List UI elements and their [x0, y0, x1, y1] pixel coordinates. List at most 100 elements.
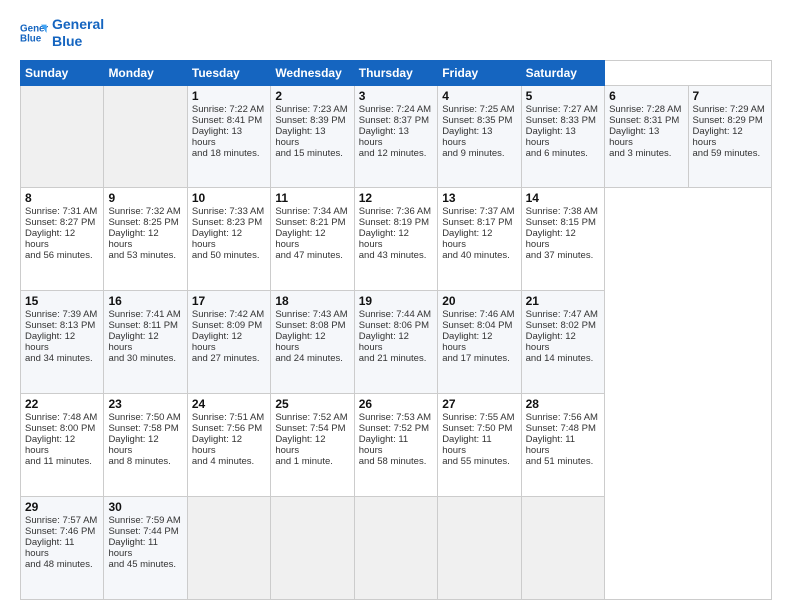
day-info: and 1 minute.	[275, 456, 349, 467]
day-info: Daylight: 13 hours	[526, 126, 600, 148]
day-info: Sunrise: 7:50 AM	[108, 412, 182, 423]
day-number: 10	[192, 191, 266, 205]
day-info: Sunrise: 7:48 AM	[25, 412, 99, 423]
day-number: 17	[192, 294, 266, 308]
day-info: Sunset: 7:48 PM	[526, 423, 600, 434]
calendar-cell: 2Sunrise: 7:23 AMSunset: 8:39 PMDaylight…	[271, 85, 354, 188]
day-info: Sunset: 8:08 PM	[275, 320, 349, 331]
day-info: Sunrise: 7:52 AM	[275, 412, 349, 423]
day-info: Sunrise: 7:44 AM	[359, 309, 433, 320]
calendar-cell: 4Sunrise: 7:25 AMSunset: 8:35 PMDaylight…	[438, 85, 521, 188]
day-info: and 45 minutes.	[108, 559, 182, 570]
day-info: Daylight: 12 hours	[442, 331, 516, 353]
calendar-cell: 3Sunrise: 7:24 AMSunset: 8:37 PMDaylight…	[354, 85, 437, 188]
calendar-week-row: 22Sunrise: 7:48 AMSunset: 8:00 PMDayligh…	[21, 394, 772, 497]
day-number: 7	[693, 89, 768, 103]
day-info: and 56 minutes.	[25, 250, 99, 261]
day-info: and 40 minutes.	[442, 250, 516, 261]
empty-cell	[104, 85, 187, 188]
day-info: and 47 minutes.	[275, 250, 349, 261]
day-info: Daylight: 12 hours	[25, 228, 99, 250]
calendar-cell: 19Sunrise: 7:44 AMSunset: 8:06 PMDayligh…	[354, 291, 437, 394]
empty-cell	[271, 497, 354, 600]
empty-cell	[21, 85, 104, 188]
day-number: 9	[108, 191, 182, 205]
day-info: Sunset: 8:09 PM	[192, 320, 266, 331]
empty-cell	[354, 497, 437, 600]
day-info: Sunrise: 7:53 AM	[359, 412, 433, 423]
day-info: Sunrise: 7:46 AM	[442, 309, 516, 320]
day-info: Sunrise: 7:38 AM	[526, 206, 600, 217]
day-info: Sunset: 8:00 PM	[25, 423, 99, 434]
calendar-cell: 26Sunrise: 7:53 AMSunset: 7:52 PMDayligh…	[354, 394, 437, 497]
day-info: and 4 minutes.	[192, 456, 266, 467]
calendar-cell: 16Sunrise: 7:41 AMSunset: 8:11 PMDayligh…	[104, 291, 187, 394]
day-info: Sunrise: 7:47 AM	[526, 309, 600, 320]
day-info: Sunrise: 7:36 AM	[359, 206, 433, 217]
day-number: 6	[609, 89, 683, 103]
day-number: 27	[442, 397, 516, 411]
day-info: Daylight: 12 hours	[359, 228, 433, 250]
day-info: Daylight: 13 hours	[275, 126, 349, 148]
day-info: Sunset: 7:46 PM	[25, 526, 99, 537]
header: General Blue General Blue	[20, 16, 772, 50]
calendar-cell: 8Sunrise: 7:31 AMSunset: 8:27 PMDaylight…	[21, 188, 104, 291]
day-number: 30	[108, 500, 182, 514]
day-info: Sunset: 8:17 PM	[442, 217, 516, 228]
svg-text:Blue: Blue	[20, 33, 42, 44]
day-info: Sunset: 8:29 PM	[693, 115, 768, 126]
day-number: 23	[108, 397, 182, 411]
day-info: and 55 minutes.	[442, 456, 516, 467]
day-number: 15	[25, 294, 99, 308]
day-info: and 34 minutes.	[25, 353, 99, 364]
day-info: Daylight: 13 hours	[359, 126, 433, 148]
calendar-cell: 10Sunrise: 7:33 AMSunset: 8:23 PMDayligh…	[187, 188, 270, 291]
empty-cell	[187, 497, 270, 600]
day-info: Daylight: 12 hours	[192, 228, 266, 250]
day-info: Daylight: 12 hours	[359, 331, 433, 353]
calendar-cell: 30Sunrise: 7:59 AMSunset: 7:44 PMDayligh…	[104, 497, 187, 600]
day-info: and 27 minutes.	[192, 353, 266, 364]
calendar-cell: 5Sunrise: 7:27 AMSunset: 8:33 PMDaylight…	[521, 85, 604, 188]
calendar-cell: 1Sunrise: 7:22 AMSunset: 8:41 PMDaylight…	[187, 85, 270, 188]
day-info: Sunset: 7:52 PM	[359, 423, 433, 434]
day-info: Sunset: 8:23 PM	[192, 217, 266, 228]
day-info: and 59 minutes.	[693, 148, 768, 159]
day-info: Daylight: 12 hours	[108, 434, 182, 456]
day-info: Sunset: 8:04 PM	[442, 320, 516, 331]
day-info: Sunset: 8:06 PM	[359, 320, 433, 331]
day-info: and 15 minutes.	[275, 148, 349, 159]
day-info: Sunrise: 7:57 AM	[25, 515, 99, 526]
day-number: 28	[526, 397, 600, 411]
day-info: Daylight: 12 hours	[108, 331, 182, 353]
calendar-header-row: SundayMondayTuesdayWednesdayThursdayFrid…	[21, 60, 772, 85]
calendar-cell: 20Sunrise: 7:46 AMSunset: 8:04 PMDayligh…	[438, 291, 521, 394]
calendar-week-row: 1Sunrise: 7:22 AMSunset: 8:41 PMDaylight…	[21, 85, 772, 188]
day-info: Sunset: 8:02 PM	[526, 320, 600, 331]
day-info: Sunrise: 7:31 AM	[25, 206, 99, 217]
calendar-cell: 18Sunrise: 7:43 AMSunset: 8:08 PMDayligh…	[271, 291, 354, 394]
day-info: Daylight: 12 hours	[25, 331, 99, 353]
day-info: Sunrise: 7:43 AM	[275, 309, 349, 320]
day-info: Sunrise: 7:25 AM	[442, 104, 516, 115]
weekday-header: Monday	[104, 60, 187, 85]
calendar-cell: 13Sunrise: 7:37 AMSunset: 8:17 PMDayligh…	[438, 188, 521, 291]
calendar-cell: 28Sunrise: 7:56 AMSunset: 7:48 PMDayligh…	[521, 394, 604, 497]
calendar-cell: 23Sunrise: 7:50 AMSunset: 7:58 PMDayligh…	[104, 394, 187, 497]
day-info: Sunset: 8:39 PM	[275, 115, 349, 126]
day-number: 5	[526, 89, 600, 103]
day-info: Sunset: 8:13 PM	[25, 320, 99, 331]
day-info: Sunrise: 7:32 AM	[108, 206, 182, 217]
day-number: 29	[25, 500, 99, 514]
weekday-header: Thursday	[354, 60, 437, 85]
day-info: Daylight: 12 hours	[192, 331, 266, 353]
day-info: Sunrise: 7:27 AM	[526, 104, 600, 115]
day-info: and 50 minutes.	[192, 250, 266, 261]
day-info: Sunset: 8:15 PM	[526, 217, 600, 228]
day-info: and 37 minutes.	[526, 250, 600, 261]
day-info: Sunrise: 7:23 AM	[275, 104, 349, 115]
day-info: and 8 minutes.	[108, 456, 182, 467]
day-info: Sunrise: 7:37 AM	[442, 206, 516, 217]
day-info: Daylight: 12 hours	[275, 228, 349, 250]
calendar-cell: 15Sunrise: 7:39 AMSunset: 8:13 PMDayligh…	[21, 291, 104, 394]
